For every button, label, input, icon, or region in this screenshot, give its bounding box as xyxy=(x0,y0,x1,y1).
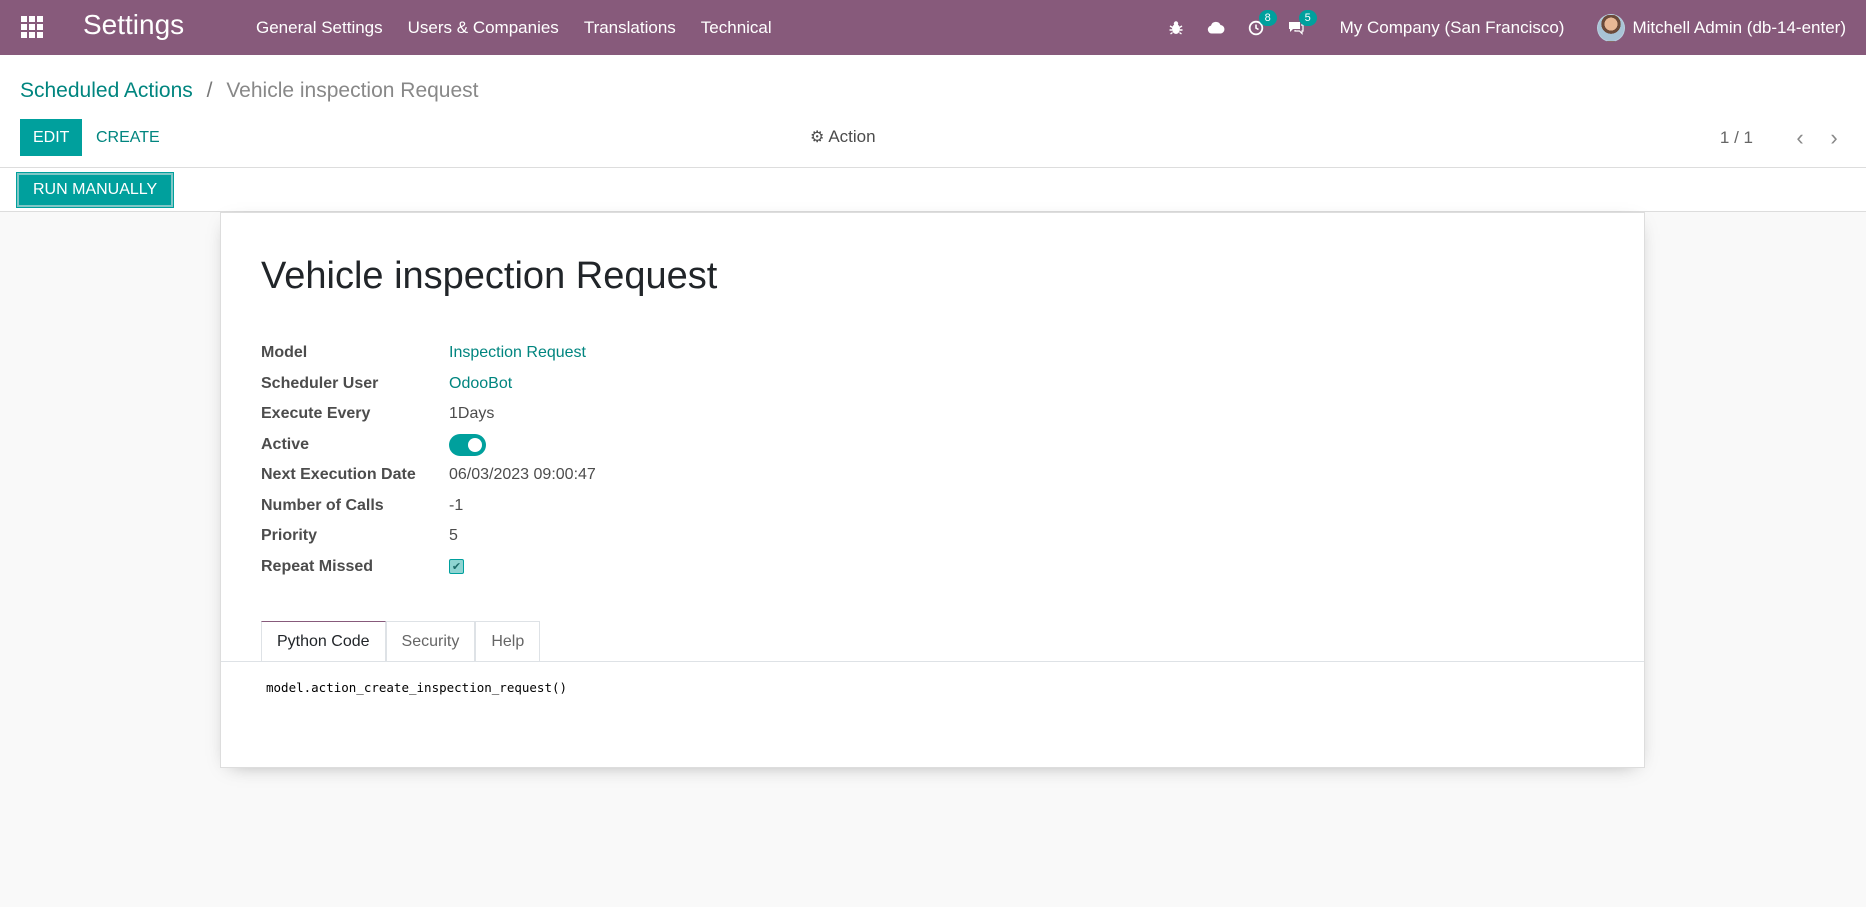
bug-icon[interactable] xyxy=(1166,18,1186,38)
field-row-model: Model Inspection Request xyxy=(261,338,596,369)
chevron-right-icon[interactable]: › xyxy=(1822,125,1846,151)
chevron-left-icon[interactable]: ‹ xyxy=(1788,125,1812,151)
main-menu: General Settings Users & Companies Trans… xyxy=(256,0,797,55)
field-row-priority: Priority 5 xyxy=(261,521,596,552)
clock-icon[interactable]: 8 xyxy=(1246,9,1277,38)
field-label-model: Model xyxy=(261,344,308,362)
repeat-missed-checkbox[interactable]: ✔ xyxy=(449,559,464,575)
menu-translations[interactable]: Translations xyxy=(584,18,676,38)
python-code-editor[interactable]: model.action_create_inspection_request() xyxy=(266,680,567,695)
systray: 8 5 My Company (San Francisco) Mitchell … xyxy=(1166,0,1866,55)
action-label: Action xyxy=(828,127,876,146)
breadcrumb-separator: / xyxy=(206,79,213,102)
activity-count-badge: 8 xyxy=(1258,9,1277,26)
cloud-icon[interactable] xyxy=(1206,18,1226,38)
app-title[interactable]: Settings xyxy=(83,9,184,41)
field-row-number-of-calls: Number of Calls -1 xyxy=(261,491,596,522)
menu-users-companies[interactable]: Users & Companies xyxy=(408,18,559,38)
run-manually-button[interactable]: RUN MANUALLY xyxy=(17,173,174,207)
field-row-execute-every: Execute Every 1Days xyxy=(261,399,596,430)
notebook-tabs: Python Code Security Help xyxy=(261,621,541,662)
create-button[interactable]: CREATE xyxy=(86,119,170,156)
field-label-active: Active xyxy=(261,435,310,453)
menu-general-settings[interactable]: General Settings xyxy=(256,18,383,38)
field-value-priority: 5 xyxy=(449,527,458,545)
action-dropdown[interactable]: ⚙ Action xyxy=(810,127,876,147)
pager: 1 / 1 ‹ › xyxy=(1720,125,1846,151)
field-row-repeat-missed: Repeat Missed ✔ xyxy=(261,552,596,583)
record-title: Vehicle inspection Request xyxy=(261,255,718,297)
breadcrumb-current: Vehicle inspection Request xyxy=(226,79,479,102)
field-label-number-of-calls: Number of Calls xyxy=(261,496,384,514)
avatar xyxy=(1597,13,1626,42)
active-toggle[interactable] xyxy=(449,433,486,456)
top-navbar: Settings General Settings Users & Compan… xyxy=(0,0,1866,55)
edit-button[interactable]: EDIT xyxy=(20,119,83,156)
gear-icon: ⚙ xyxy=(810,129,825,146)
form-statusbar: RUN MANUALLY xyxy=(0,168,1866,212)
field-label-repeat-missed: Repeat Missed xyxy=(261,557,374,575)
field-label-execute-every: Execute Every xyxy=(261,405,371,423)
user-name: Mitchell Admin (db-14-enter) xyxy=(1632,17,1846,37)
field-value-model[interactable]: Inspection Request xyxy=(449,344,586,362)
tabs-divider xyxy=(221,661,1644,662)
field-group: Model Inspection Request Scheduler User … xyxy=(261,338,596,582)
message-count-badge: 5 xyxy=(1298,9,1317,26)
field-value-number-of-calls: -1 xyxy=(449,496,464,514)
field-value-next-execution: 06/03/2023 09:00:47 xyxy=(449,466,596,484)
breadcrumb: Scheduled Actions / Vehicle inspection R… xyxy=(20,79,479,103)
field-row-scheduler-user: Scheduler User OdooBot xyxy=(261,369,596,400)
pager-value[interactable]: 1 / 1 xyxy=(1720,128,1753,148)
comments-icon[interactable]: 5 xyxy=(1286,9,1317,38)
form-sheet: Vehicle inspection Request Model Inspect… xyxy=(220,212,1645,768)
menu-technical[interactable]: Technical xyxy=(701,18,772,38)
field-label-next-execution: Next Execution Date xyxy=(261,466,416,484)
user-menu[interactable]: Mitchell Admin (db-14-enter) xyxy=(1597,13,1846,42)
tab-security[interactable]: Security xyxy=(385,621,476,662)
tab-help[interactable]: Help xyxy=(475,621,541,662)
tab-python-code[interactable]: Python Code xyxy=(261,621,386,662)
field-label-priority: Priority xyxy=(261,527,318,545)
company-switcher[interactable]: My Company (San Francisco) xyxy=(1340,18,1565,38)
field-row-active: Active xyxy=(261,430,596,461)
field-value-execute-every: 1Days xyxy=(449,405,495,423)
check-icon: ✔ xyxy=(451,561,462,574)
field-label-scheduler-user: Scheduler User xyxy=(261,374,379,392)
field-value-scheduler-user[interactable]: OdooBot xyxy=(449,375,512,393)
field-row-next-execution: Next Execution Date 06/03/2023 09:00:47 xyxy=(261,460,596,491)
control-panel: Scheduled Actions / Vehicle inspection R… xyxy=(0,55,1866,168)
apps-grid-icon[interactable] xyxy=(21,16,43,38)
breadcrumb-scheduled-actions[interactable]: Scheduled Actions xyxy=(20,79,193,102)
